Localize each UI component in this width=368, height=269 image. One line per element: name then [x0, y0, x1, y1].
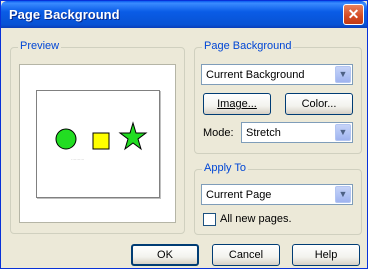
chevron-down-icon[interactable]: ▼: [335, 186, 351, 203]
mode-select[interactable]: Stretch ▼: [241, 122, 353, 143]
ok-button-label: OK: [157, 249, 173, 261]
image-button-label: Image...: [217, 98, 257, 110]
preview-square: [92, 132, 110, 150]
page-background-dialog: Page Background ✕ Preview ·········· Pag…: [0, 0, 368, 269]
ok-button[interactable]: OK: [131, 244, 199, 266]
dialog-title: Page Background: [9, 7, 120, 22]
apply-to-legend: Apply To: [202, 162, 248, 174]
color-button[interactable]: Color...: [285, 93, 353, 115]
apply-target-value: Current Page: [206, 189, 272, 201]
all-new-pages-checkbox[interactable]: [203, 213, 216, 226]
color-button-label: Color...: [301, 98, 337, 110]
chevron-down-icon[interactable]: ▼: [335, 124, 351, 141]
preview-shapes: ··········: [55, 121, 148, 162]
preview-caption: ··········: [71, 157, 84, 162]
all-new-pages-label[interactable]: All new pages.: [220, 213, 292, 225]
apply-target-select[interactable]: Current Page ▼: [201, 184, 353, 205]
preview-circle: [55, 128, 77, 150]
background-source-value: Current Background: [206, 69, 305, 81]
image-button[interactable]: Image...: [203, 93, 271, 115]
mode-label: Mode:: [203, 127, 234, 139]
preview-star: [118, 121, 148, 151]
close-icon: ✕: [347, 6, 360, 22]
mode-value: Stretch: [246, 127, 281, 139]
close-button[interactable]: ✕: [343, 4, 364, 25]
preview-area: ··········: [19, 64, 176, 223]
chevron-down-icon[interactable]: ▼: [335, 66, 351, 83]
background-source-select[interactable]: Current Background ▼: [201, 64, 353, 85]
cancel-button[interactable]: Cancel: [212, 244, 280, 266]
help-button[interactable]: Help: [292, 244, 360, 266]
cancel-button-label: Cancel: [228, 249, 264, 261]
help-button-label: Help: [314, 249, 338, 261]
preview-legend: Preview: [18, 40, 62, 52]
preview-page: ··········: [36, 90, 160, 198]
page-background-legend: Page Background: [202, 40, 294, 52]
title-bar[interactable]: Page Background ✕: [1, 1, 367, 28]
